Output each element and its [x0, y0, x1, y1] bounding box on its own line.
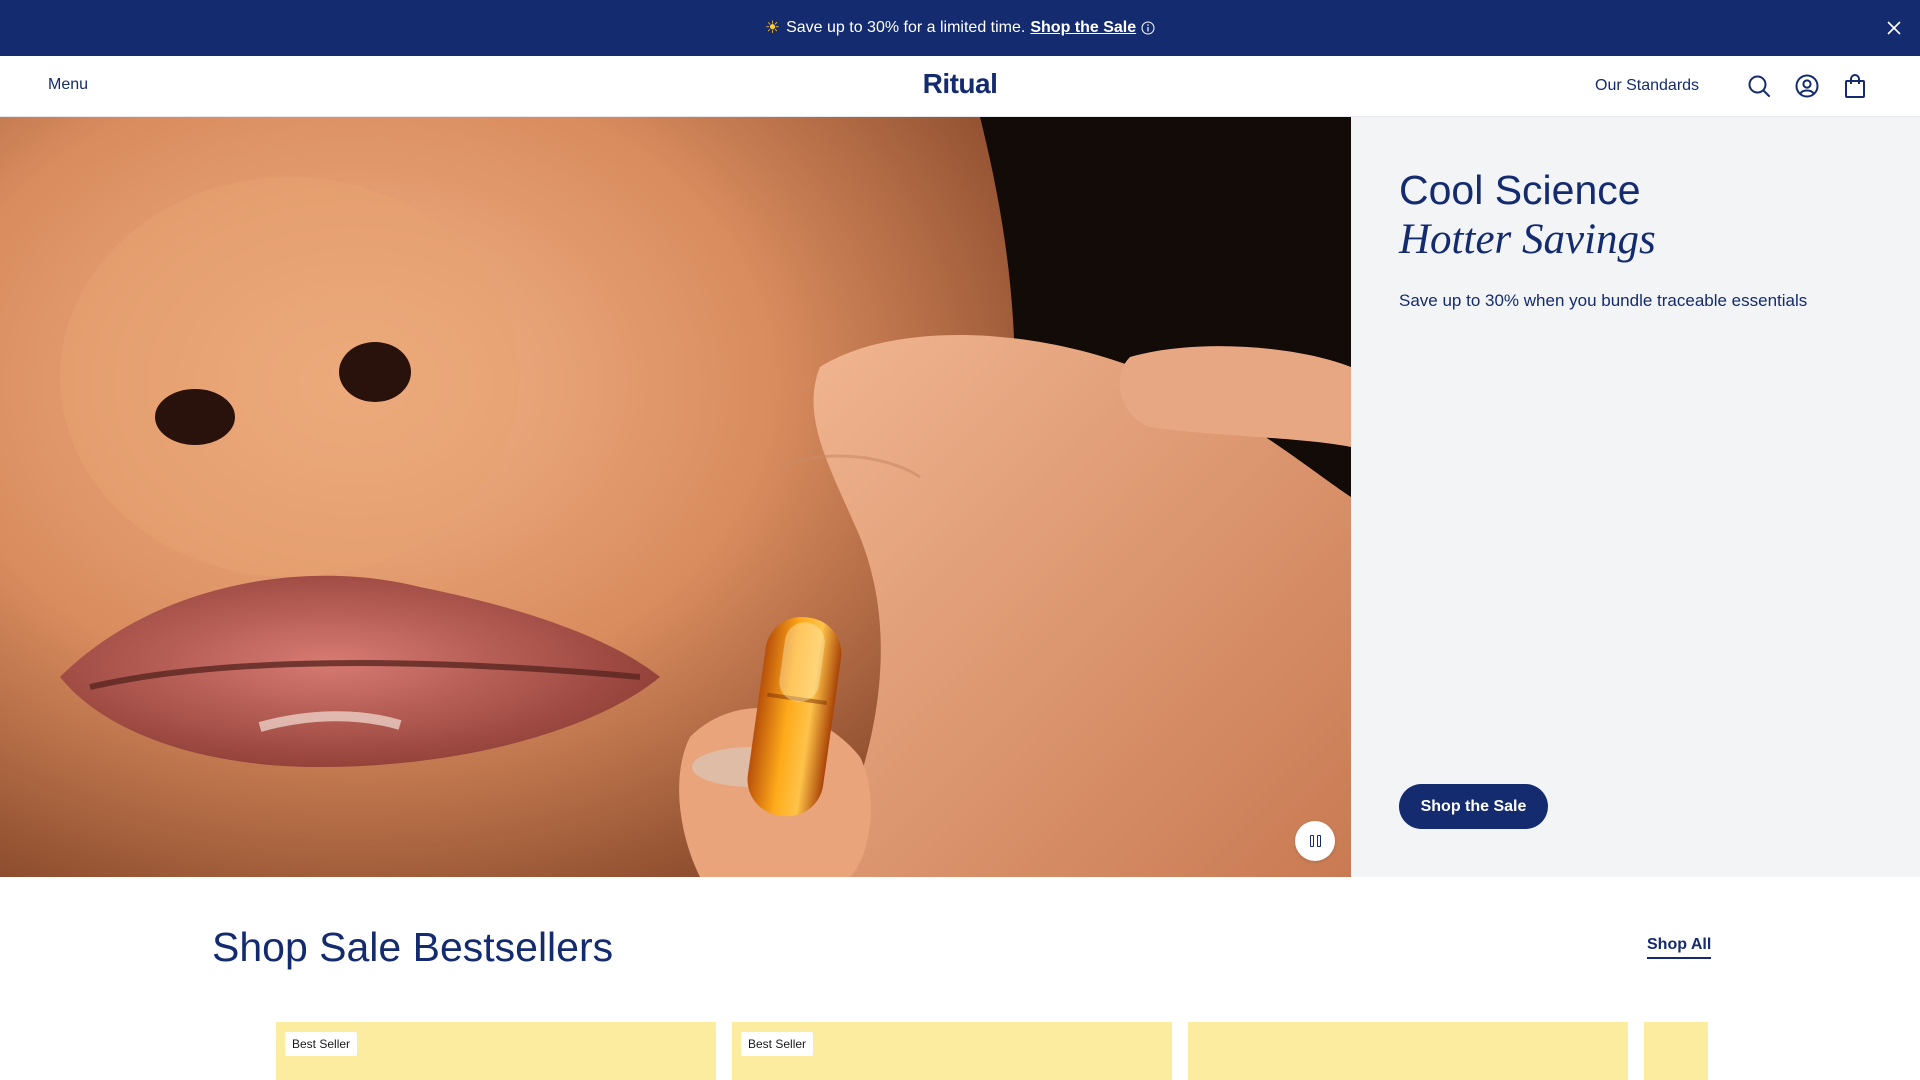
- hero-panel: Cool Science Hotter Savings Save up to 3…: [1351, 117, 1920, 877]
- hero-title-italic: Hotter Savings: [1399, 216, 1656, 263]
- logo[interactable]: Ritual: [923, 68, 998, 100]
- product-card[interactable]: Best Seller: [732, 1022, 1172, 1080]
- best-seller-badge: Best Seller: [741, 1032, 814, 1056]
- close-icon[interactable]: [1882, 16, 1906, 40]
- sun-icon: ☀: [764, 18, 781, 37]
- hero-title: Cool Science: [1399, 167, 1641, 213]
- shop-all-link[interactable]: Shop All: [1647, 936, 1712, 959]
- pause-icon[interactable]: [1295, 821, 1335, 861]
- menu-button[interactable]: Menu: [48, 76, 88, 94]
- announcement-bar: ☀ Save up to 30% for a limited time. Sho…: [0, 0, 1920, 56]
- search-icon[interactable]: [1745, 72, 1773, 100]
- account-icon[interactable]: [1793, 72, 1821, 100]
- product-card[interactable]: [1188, 1022, 1628, 1080]
- promo-text: Save up to 30% for a limited time.: [786, 19, 1026, 36]
- bag-icon[interactable]: [1841, 72, 1869, 100]
- hero-video: [0, 117, 1351, 877]
- product-card[interactable]: Best Seller: [276, 1022, 716, 1080]
- section-title: Shop Sale Bestsellers: [212, 924, 614, 970]
- site-header: Menu Ritual Our Standards: [0, 56, 1920, 117]
- hero-subtitle: Save up to 30% when you bundle traceable…: [1399, 291, 1808, 310]
- best-seller-badge: Best Seller: [285, 1032, 358, 1056]
- promo-shop-sale-link[interactable]: Shop the Sale: [1030, 19, 1136, 37]
- info-icon[interactable]: [1141, 21, 1155, 35]
- nav-our-standards[interactable]: Our Standards: [1595, 77, 1699, 95]
- hero-image-face-capsule: [0, 117, 1351, 877]
- shop-sale-button[interactable]: Shop the Sale: [1399, 784, 1548, 829]
- product-card[interactable]: [1644, 1022, 1708, 1080]
